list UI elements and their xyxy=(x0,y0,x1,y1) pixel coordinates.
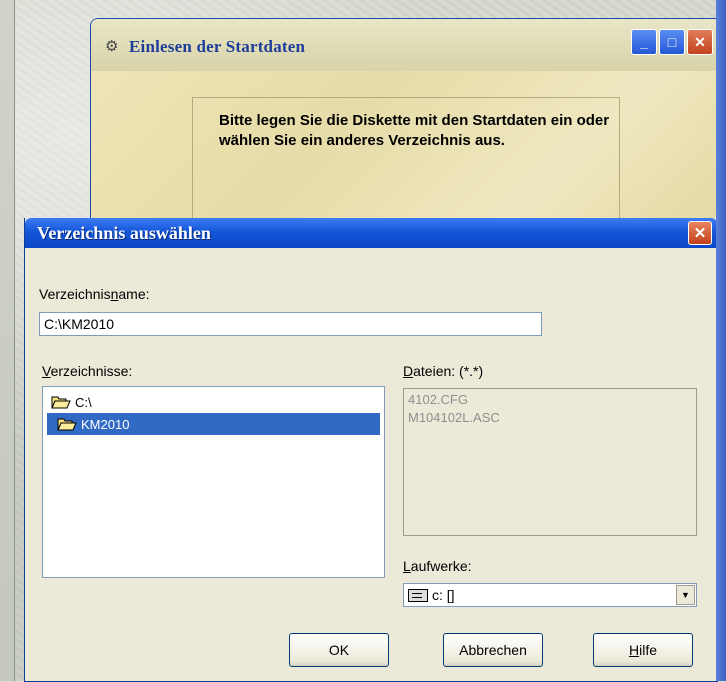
directory-item-selected[interactable]: KM2010 xyxy=(47,413,380,435)
drive-value: c: [] xyxy=(432,587,455,603)
background-close-button[interactable]: ✕ xyxy=(687,29,713,55)
directory-name-label: Verzeichnisname: xyxy=(39,286,150,302)
background-window-title: Einlesen der Startdaten xyxy=(129,37,306,56)
directory-list[interactable]: C:\ KM2010 xyxy=(42,386,385,578)
open-folder-icon xyxy=(57,417,77,431)
file-item: 4102.CFG xyxy=(408,392,468,407)
directories-label: Verzeichnisse: xyxy=(42,363,133,379)
directory-item-label: C:\ xyxy=(75,394,92,410)
cancel-button[interactable]: Abbrechen xyxy=(443,633,543,667)
app-icon: ⚙ xyxy=(105,38,119,55)
background-window: ⚙ Einlesen der Startdaten _ □ ✕ Bitte le… xyxy=(90,18,726,240)
dialog-close-button[interactable]: ✕ xyxy=(688,221,712,245)
close-icon: ✕ xyxy=(694,33,706,50)
close-icon: ✕ xyxy=(693,225,707,242)
maximize-icon: □ xyxy=(667,34,677,50)
maximize-button[interactable]: □ xyxy=(659,29,685,55)
open-folder-icon xyxy=(51,395,71,409)
files-label: Dateien: (*.*) xyxy=(403,363,484,379)
drive-icon xyxy=(408,588,428,602)
left-window-edge xyxy=(0,0,15,681)
ok-button[interactable]: OK xyxy=(289,633,389,667)
dialog-titlebar[interactable]: Verzeichnis auswählen ✕ xyxy=(25,218,717,248)
file-item: M104102L.ASC xyxy=(408,410,500,425)
select-directory-dialog: Verzeichnis auswählen ✕ Verzeichnisname:… xyxy=(24,218,718,682)
insert-disk-message: Bitte legen Sie die Diskette mit den Sta… xyxy=(219,112,610,149)
dialog-title: Verzeichnis auswählen xyxy=(37,223,211,243)
minimize-icon: _ xyxy=(640,34,648,50)
help-button[interactable]: Hilfe xyxy=(593,633,693,667)
directory-name-input[interactable] xyxy=(39,312,542,336)
file-list[interactable]: 4102.CFG M104102L.ASC xyxy=(403,388,697,536)
drive-select[interactable]: c: [] ▼ xyxy=(403,583,697,607)
right-window-edge xyxy=(716,0,726,681)
directory-item-label: KM2010 xyxy=(81,416,130,432)
minimize-button[interactable]: _ xyxy=(631,29,657,55)
dropdown-arrow-icon[interactable]: ▼ xyxy=(676,585,695,605)
directory-item[interactable]: C:\ xyxy=(47,391,247,413)
drives-label: Laufwerke: xyxy=(403,558,472,574)
